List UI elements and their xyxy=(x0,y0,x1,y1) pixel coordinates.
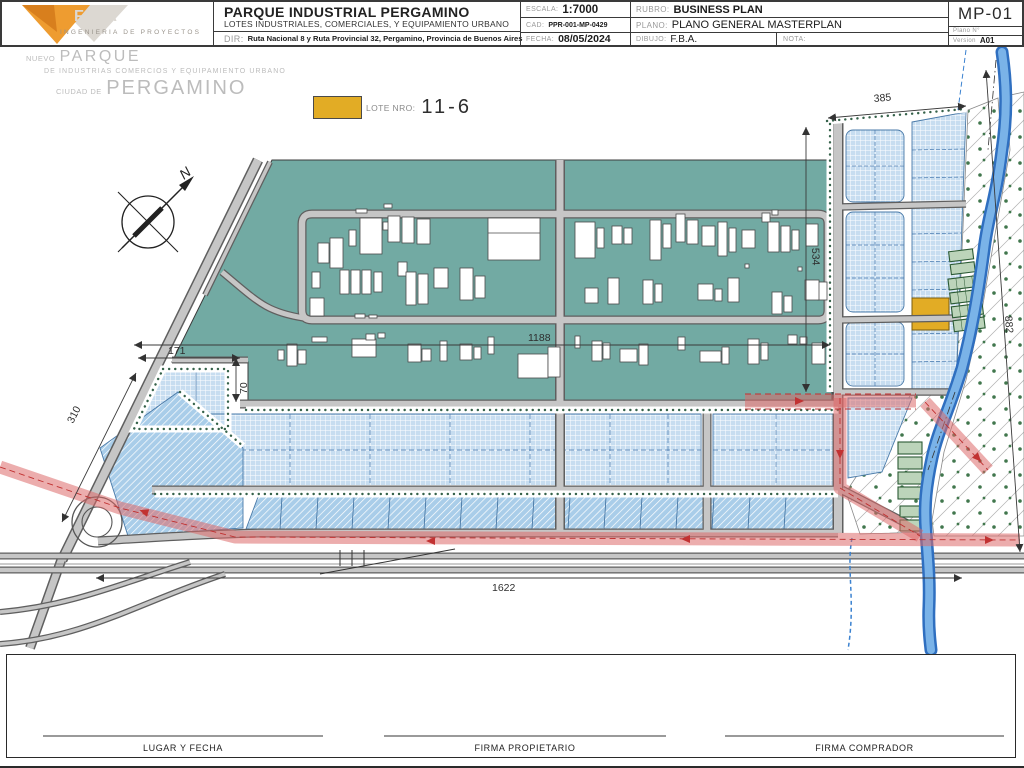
cad-label: CAD: xyxy=(526,21,545,29)
project-title: PARQUE INDUSTRIAL PERGAMINO xyxy=(224,3,470,20)
escala-value: 1:7000 xyxy=(562,3,599,16)
sheet-code: MP-01 xyxy=(957,4,1014,23)
dim-882: 882 xyxy=(1002,315,1015,333)
version-value: A01 xyxy=(979,36,995,45)
rubro-cell: RUBRO: BUSINESS PLAN PLANO: PLANO GENERA… xyxy=(630,2,948,45)
dibujo-label: DIBUJO: xyxy=(636,35,667,43)
title-block: FBA INGENIERIA DE PROYECTOS PARQUE INDUS… xyxy=(0,0,1024,47)
logo-cell: FBA INGENIERIA DE PROYECTOS xyxy=(2,2,213,45)
dir-label: DIR: xyxy=(224,33,244,44)
project-title-cell: PARQUE INDUSTRIAL PERGAMINO LOTES INDUST… xyxy=(213,2,523,45)
signature-line xyxy=(43,735,323,737)
rubro-label: RUBRO: xyxy=(636,5,670,14)
signature-label-owner: FIRMA PROPIETARIO xyxy=(474,743,576,753)
masterplan-drawing: 1188 171 70 385 534 882 310 1622 N xyxy=(0,45,1024,657)
escala-label: ESCALA: xyxy=(526,6,559,13)
masterplan-sheet: { "colors": { "industrial_teal": "#72aaa… xyxy=(0,0,1024,768)
dibujo-value: F.B.A. xyxy=(670,33,698,45)
plano-label: PLANO: xyxy=(636,20,668,30)
sheet-cell: MP-01 Plano N° Version A01 xyxy=(948,2,1022,45)
heading-line-2: DE INDUSTRIAS COMERCIOS Y EQUIPAMIENTO U… xyxy=(44,68,286,75)
dim-1188: 1188 xyxy=(528,332,551,344)
signature-line xyxy=(384,735,666,737)
scale-cell: ESCALA: 1:7000 CAD: PPR-001-MP-0429 FECH… xyxy=(520,2,630,45)
heading-main-3: PERGAMINO xyxy=(106,77,247,99)
cad-value: PPR-001-MP-0429 xyxy=(548,21,608,29)
heading-prefix-1: NUEVO xyxy=(26,54,56,63)
dim-1622: 1622 xyxy=(492,582,516,594)
dim-310: 310 xyxy=(65,404,84,425)
nota-label: NOTA: xyxy=(783,35,806,43)
dim-171: 171 xyxy=(168,345,186,357)
lot-color-swatch xyxy=(313,96,362,119)
highlighted-lot-11-6 xyxy=(911,297,950,331)
logo-watermark: FBA xyxy=(74,8,122,25)
heading-prefix-3: CIUDAD DE xyxy=(56,87,102,96)
north-arrow: N xyxy=(117,163,195,253)
signature-label-buyer: FIRMA COMPRADOR xyxy=(815,743,914,753)
project-heading: NUEVO PARQUE DE INDUSTRIAS COMERCIOS Y E… xyxy=(26,48,286,99)
dim-70: 70 xyxy=(238,382,250,394)
dir-value: Ruta Nacional 8 y Ruta Provincial 32, Pe… xyxy=(247,34,523,43)
signature-label-place-date: LUGAR Y FECHA xyxy=(143,743,223,753)
rubro-value: BUSINESS PLAN xyxy=(673,3,763,16)
version-label: Version xyxy=(953,37,976,44)
fecha-value: 08/05/2024 xyxy=(558,33,611,45)
heading-main-1: PARQUE xyxy=(59,48,142,65)
dim-534: 534 xyxy=(809,248,822,266)
lot-legend-value: 11-6 xyxy=(421,96,472,118)
fecha-label: FECHA: xyxy=(526,35,555,43)
project-subtitle: LOTES INDUSTRIALES, COMERCIALES, Y EQUIP… xyxy=(224,18,510,29)
signature-line xyxy=(725,735,1004,737)
lot-legend: LOTE NRO: 11-6 xyxy=(313,96,472,119)
sheet-number-label: Plano N° xyxy=(953,28,980,34)
lot-legend-label: LOTE NRO: xyxy=(366,102,416,113)
plano-value: PLANO GENERAL MASTERPLAN xyxy=(671,19,842,31)
logo-tagline: INGENIERIA DE PROYECTOS xyxy=(60,29,202,36)
signature-box: LUGAR Y FECHA FIRMA PROPIETARIO FIRMA CO… xyxy=(6,654,1016,758)
dim-385: 385 xyxy=(873,91,892,104)
